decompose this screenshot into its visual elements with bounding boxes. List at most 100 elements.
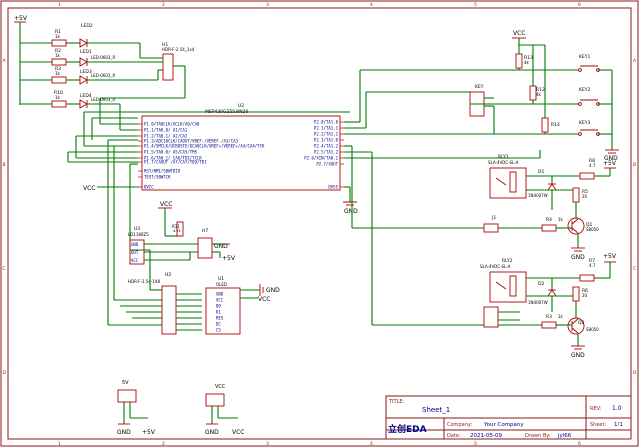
u3-pin-out: OUT (131, 250, 139, 255)
resistor-r13 (515, 53, 523, 69)
date-label: Date: (447, 433, 461, 439)
q2-value: S8050 (586, 327, 599, 332)
d2-ref: D2 (538, 281, 544, 287)
mcu-u2: U2 MSP430G2553IN20 P1.0/TA0CLK/ACLK/A0/C… (138, 103, 344, 191)
mcu-right-pin-label: P2.1/TA1.1 (314, 126, 339, 131)
title-block: TITLE: Sheet_1 REV: 1.0 立创EDA Company: Y… (385, 395, 632, 440)
mcu-ref: U2 (238, 103, 244, 109)
q1-value: S8050 (586, 227, 599, 232)
led2-icon (79, 57, 88, 67)
rev-label: REV: (590, 406, 602, 412)
h7-ref: H7 (202, 228, 208, 234)
h1-value: HDR-F-2.54_1x4 (162, 47, 195, 52)
logo-text: 立创EDA (388, 423, 427, 435)
oled-pin-label: GND (216, 292, 224, 297)
mcu-left-pin-label: RST/NMI/SBWTDIO (144, 169, 181, 174)
vcc-label-top: VCC (513, 30, 525, 37)
gnd-label-rly1: GND (571, 254, 585, 261)
schematic-sheet: 1 1 2 2 3 3 4 4 5 5 6 6 A A B B C C D D +5V R1 1k LED2 R2 1… (0, 0, 639, 447)
resistor-r14 (541, 117, 549, 133)
p5v-label-rly1: +5V (603, 160, 617, 167)
oled-pin-label: DC (216, 322, 221, 327)
key-header-ref: KEY (475, 84, 484, 90)
r6-value: 20 (582, 293, 588, 298)
r10-value: 1k (55, 95, 61, 100)
vcc-label-oled: VCC (258, 296, 270, 303)
j1-ref: J1 (491, 215, 496, 221)
border-letter-left: A (3, 58, 7, 64)
title-label: TITLE: (388, 399, 405, 405)
border-number-top: 6 (578, 2, 581, 8)
border-number-bottom: 5 (474, 441, 477, 447)
key2-ref: KEY2 (579, 87, 591, 93)
company-value: Your Company (483, 422, 524, 428)
h2-body (161, 285, 177, 335)
schematic-canvas: 1 1 2 2 3 3 4 4 5 5 6 6 A A B B C C D D +5V R1 1k LED2 R2 1… (0, 0, 639, 447)
gnd-label-rly2: GND (571, 352, 585, 359)
u1-value: OLED (216, 282, 227, 287)
resistor-r3-relay (541, 321, 557, 329)
oled-pin-label: CS (216, 328, 221, 333)
led1-icon (79, 38, 88, 48)
phvcc-label: VCC (215, 384, 226, 390)
gnd-label-oled: GND (266, 287, 280, 294)
oled-pin-label: D0 (216, 304, 221, 309)
resistor-r3 (51, 76, 67, 84)
phvcc-gnd: GND (205, 429, 219, 436)
r1-value: 1k (55, 34, 61, 39)
border-number-bottom: 4 (370, 441, 373, 447)
ph5v-gnd: GND (117, 429, 131, 436)
d1-icon (547, 183, 557, 191)
mcu-left-pin-label: DVCC (144, 185, 154, 190)
border-letter-right: A (633, 58, 637, 64)
border-number-bottom: 6 (578, 441, 581, 447)
key-switches: KEY1 KEY2 KEY3 GND (560, 54, 619, 162)
mcu-right-pin-label: P2.6/XIN/TA0.1 (304, 156, 338, 161)
h2-value: HDR-F-2.54-1X8 (128, 279, 161, 284)
key3-ref: KEY3 (579, 120, 591, 126)
resistor-r6 (572, 286, 580, 302)
oled-pin-label: VCC (216, 298, 224, 303)
sheet-border-outer (0, 0, 639, 447)
border-letter-right: B (633, 162, 636, 168)
mcu-value: MSP430G2553IN20 (205, 109, 249, 115)
gnd-label-h7: GND (214, 243, 228, 250)
resistor-r4 (541, 224, 557, 232)
sensor-u3: U3 LD1186Z5 GND OUT VCC (128, 226, 206, 265)
border-number-top: 5 (474, 2, 477, 8)
r14-ref: R14 (551, 122, 560, 128)
border-number-bottom: 1 (58, 441, 61, 447)
border-number-top: 2 (162, 2, 165, 8)
led1-ref: LED2 (81, 23, 93, 29)
header-h1: H1 HDR-F-2.54_1x4 (139, 42, 195, 98)
gnd-label-mcu: GND (344, 208, 358, 215)
r2-value: 1k (55, 53, 61, 58)
power-header-5v: 5V GND +5V (117, 380, 156, 436)
led-row-2: R2 1k LED1 LED-0603_R (20, 48, 158, 67)
mcu-right-pin-label: P2.4/TA1.2 (314, 144, 339, 149)
oled-pin-label: RES (216, 316, 224, 321)
mcu-right-pin-label: P2.2/TA1.1 (314, 132, 339, 137)
power-header-vcc: VCC GND VCC (205, 384, 244, 436)
d2-value: 1N4007W (528, 300, 548, 305)
border-letter-right: C (633, 266, 636, 272)
resistor-r2 (51, 58, 67, 66)
mcu-right-pin-label: P2.7/XOUT (316, 162, 338, 167)
rev-value: 1.0 (612, 405, 622, 412)
led3-color: LED-0603_R (91, 73, 115, 78)
resistor-r1 (51, 39, 67, 47)
r13-value: 4k (524, 60, 530, 65)
r12-value: 4k (536, 92, 542, 97)
border-number-top: 4 (370, 2, 373, 8)
resistor-r8 (579, 172, 595, 180)
border-number-top: 3 (266, 2, 269, 8)
oled-u1: U1 OLED GNDVCCD0D1RESDCCS GND VCC (205, 276, 280, 335)
mcu-right-pin-label: P2.5/TA1.2 (314, 150, 339, 155)
q2-ref: Q2 (578, 320, 585, 326)
led2-color: LED-0603_R (91, 55, 115, 60)
key1-ref: KEY1 (579, 54, 591, 60)
sheet-value: 1/1 (614, 422, 623, 428)
resistor-r7 (579, 274, 595, 282)
rly2-body (489, 271, 527, 303)
rly1-body (489, 167, 527, 199)
